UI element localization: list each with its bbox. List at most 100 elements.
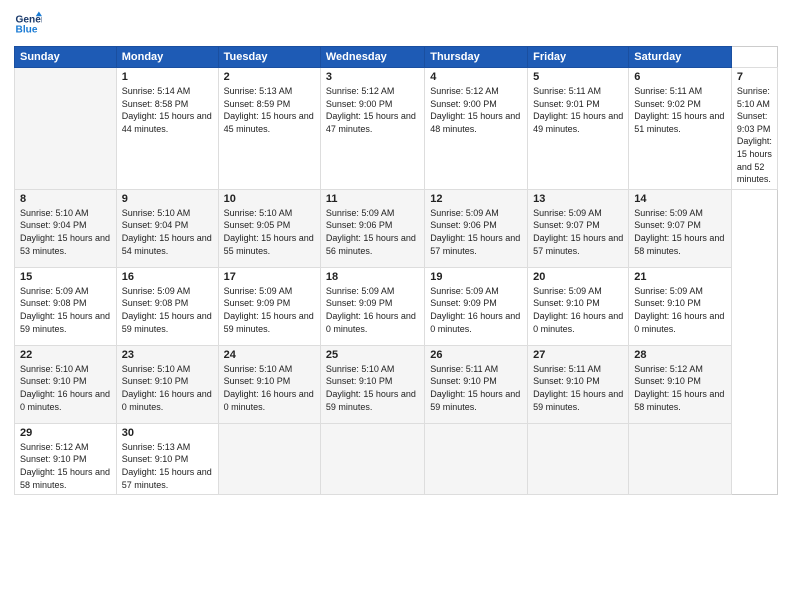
day-cell: 14 Sunrise: 5:09 AMSunset: 9:07 PMDaylig… xyxy=(629,189,732,267)
day-number: 19 xyxy=(430,271,522,283)
day-info: Sunrise: 5:09 AMSunset: 9:10 PMDaylight:… xyxy=(533,286,623,334)
day-number: 7 xyxy=(737,71,772,83)
day-info: Sunrise: 5:09 AMSunset: 9:08 PMDaylight:… xyxy=(122,286,212,334)
day-info: Sunrise: 5:12 AMSunset: 9:10 PMDaylight:… xyxy=(634,364,724,412)
day-cell: 9 Sunrise: 5:10 AMSunset: 9:04 PMDayligh… xyxy=(116,189,218,267)
day-info: Sunrise: 5:10 AMSunset: 9:03 PMDaylight:… xyxy=(737,86,772,184)
day-cell: 21 Sunrise: 5:09 AMSunset: 9:10 PMDaylig… xyxy=(629,267,732,345)
col-header-sunday: Sunday xyxy=(15,47,117,68)
day-cell: 20 Sunrise: 5:09 AMSunset: 9:10 PMDaylig… xyxy=(528,267,629,345)
day-cell xyxy=(218,423,320,494)
day-number: 1 xyxy=(122,71,213,83)
col-header-wednesday: Wednesday xyxy=(320,47,424,68)
week-row: 22 Sunrise: 5:10 AMSunset: 9:10 PMDaylig… xyxy=(15,345,778,423)
header: General Blue xyxy=(14,10,778,38)
col-header-tuesday: Tuesday xyxy=(218,47,320,68)
calendar-table: SundayMondayTuesdayWednesdayThursdayFrid… xyxy=(14,46,778,495)
day-cell: 8 Sunrise: 5:10 AMSunset: 9:04 PMDayligh… xyxy=(15,189,117,267)
day-cell xyxy=(320,423,424,494)
header-row: SundayMondayTuesdayWednesdayThursdayFrid… xyxy=(15,47,778,68)
day-number: 25 xyxy=(326,349,419,361)
day-number: 2 xyxy=(224,71,315,83)
day-number: 12 xyxy=(430,193,522,205)
day-info: Sunrise: 5:10 AMSunset: 9:10 PMDaylight:… xyxy=(122,364,212,412)
day-info: Sunrise: 5:11 AMSunset: 9:10 PMDaylight:… xyxy=(430,364,520,412)
day-info: Sunrise: 5:11 AMSunset: 9:02 PMDaylight:… xyxy=(634,86,724,134)
day-number: 28 xyxy=(634,349,726,361)
day-number: 18 xyxy=(326,271,419,283)
svg-text:Blue: Blue xyxy=(16,25,38,36)
day-number: 8 xyxy=(20,193,111,205)
day-info: Sunrise: 5:12 AMSunset: 9:10 PMDaylight:… xyxy=(20,442,110,490)
col-header-thursday: Thursday xyxy=(425,47,528,68)
day-number: 29 xyxy=(20,427,111,439)
day-number: 22 xyxy=(20,349,111,361)
day-cell: 18 Sunrise: 5:09 AMSunset: 9:09 PMDaylig… xyxy=(320,267,424,345)
day-cell xyxy=(425,423,528,494)
day-cell: 5 Sunrise: 5:11 AMSunset: 9:01 PMDayligh… xyxy=(528,68,629,190)
day-cell: 3 Sunrise: 5:12 AMSunset: 9:00 PMDayligh… xyxy=(320,68,424,190)
day-number: 6 xyxy=(634,71,726,83)
day-info: Sunrise: 5:10 AMSunset: 9:10 PMDaylight:… xyxy=(326,364,416,412)
day-cell: 24 Sunrise: 5:10 AMSunset: 9:10 PMDaylig… xyxy=(218,345,320,423)
week-row: 15 Sunrise: 5:09 AMSunset: 9:08 PMDaylig… xyxy=(15,267,778,345)
day-number: 21 xyxy=(634,271,726,283)
day-cell: 22 Sunrise: 5:10 AMSunset: 9:10 PMDaylig… xyxy=(15,345,117,423)
day-cell: 10 Sunrise: 5:10 AMSunset: 9:05 PMDaylig… xyxy=(218,189,320,267)
logo-icon: General Blue xyxy=(14,10,42,38)
day-info: Sunrise: 5:10 AMSunset: 9:10 PMDaylight:… xyxy=(20,364,110,412)
day-number: 5 xyxy=(533,71,623,83)
day-cell: 16 Sunrise: 5:09 AMSunset: 9:08 PMDaylig… xyxy=(116,267,218,345)
day-cell: 27 Sunrise: 5:11 AMSunset: 9:10 PMDaylig… xyxy=(528,345,629,423)
day-number: 11 xyxy=(326,193,419,205)
day-cell: 30 Sunrise: 5:13 AMSunset: 9:10 PMDaylig… xyxy=(116,423,218,494)
col-header-monday: Monday xyxy=(116,47,218,68)
day-cell: 2 Sunrise: 5:13 AMSunset: 8:59 PMDayligh… xyxy=(218,68,320,190)
col-header-friday: Friday xyxy=(528,47,629,68)
day-info: Sunrise: 5:09 AMSunset: 9:09 PMDaylight:… xyxy=(430,286,520,334)
day-cell: 4 Sunrise: 5:12 AMSunset: 9:00 PMDayligh… xyxy=(425,68,528,190)
day-info: Sunrise: 5:10 AMSunset: 9:04 PMDaylight:… xyxy=(122,208,212,256)
day-number: 15 xyxy=(20,271,111,283)
day-number: 30 xyxy=(122,427,213,439)
day-info: Sunrise: 5:09 AMSunset: 9:09 PMDaylight:… xyxy=(326,286,416,334)
day-cell: 26 Sunrise: 5:11 AMSunset: 9:10 PMDaylig… xyxy=(425,345,528,423)
day-number: 20 xyxy=(533,271,623,283)
day-info: Sunrise: 5:11 AMSunset: 9:10 PMDaylight:… xyxy=(533,364,623,412)
day-cell: 17 Sunrise: 5:09 AMSunset: 9:09 PMDaylig… xyxy=(218,267,320,345)
day-info: Sunrise: 5:14 AMSunset: 8:58 PMDaylight:… xyxy=(122,86,212,134)
day-cell: 23 Sunrise: 5:10 AMSunset: 9:10 PMDaylig… xyxy=(116,345,218,423)
day-info: Sunrise: 5:10 AMSunset: 9:10 PMDaylight:… xyxy=(224,364,314,412)
day-cell: 13 Sunrise: 5:09 AMSunset: 9:07 PMDaylig… xyxy=(528,189,629,267)
col-header-saturday: Saturday xyxy=(629,47,732,68)
week-row: 1 Sunrise: 5:14 AMSunset: 8:58 PMDayligh… xyxy=(15,68,778,190)
day-info: Sunrise: 5:09 AMSunset: 9:09 PMDaylight:… xyxy=(224,286,314,334)
day-info: Sunrise: 5:09 AMSunset: 9:07 PMDaylight:… xyxy=(634,208,724,256)
day-cell: 19 Sunrise: 5:09 AMSunset: 9:09 PMDaylig… xyxy=(425,267,528,345)
day-cell xyxy=(629,423,732,494)
day-cell: 25 Sunrise: 5:10 AMSunset: 9:10 PMDaylig… xyxy=(320,345,424,423)
day-number: 26 xyxy=(430,349,522,361)
day-cell: 1 Sunrise: 5:14 AMSunset: 8:58 PMDayligh… xyxy=(116,68,218,190)
day-cell: 15 Sunrise: 5:09 AMSunset: 9:08 PMDaylig… xyxy=(15,267,117,345)
day-info: Sunrise: 5:12 AMSunset: 9:00 PMDaylight:… xyxy=(430,86,520,134)
day-number: 3 xyxy=(326,71,419,83)
logo: General Blue xyxy=(14,10,42,38)
day-info: Sunrise: 5:11 AMSunset: 9:01 PMDaylight:… xyxy=(533,86,623,134)
day-number: 24 xyxy=(224,349,315,361)
day-info: Sunrise: 5:09 AMSunset: 9:07 PMDaylight:… xyxy=(533,208,623,256)
day-info: Sunrise: 5:09 AMSunset: 9:06 PMDaylight:… xyxy=(326,208,416,256)
day-info: Sunrise: 5:13 AMSunset: 8:59 PMDaylight:… xyxy=(224,86,314,134)
day-info: Sunrise: 5:13 AMSunset: 9:10 PMDaylight:… xyxy=(122,442,212,490)
day-number: 14 xyxy=(634,193,726,205)
day-number: 23 xyxy=(122,349,213,361)
day-cell: 29 Sunrise: 5:12 AMSunset: 9:10 PMDaylig… xyxy=(15,423,117,494)
week-row: 29 Sunrise: 5:12 AMSunset: 9:10 PMDaylig… xyxy=(15,423,778,494)
week-row: 8 Sunrise: 5:10 AMSunset: 9:04 PMDayligh… xyxy=(15,189,778,267)
day-cell: 7 Sunrise: 5:10 AMSunset: 9:03 PMDayligh… xyxy=(731,68,777,190)
day-cell: 11 Sunrise: 5:09 AMSunset: 9:06 PMDaylig… xyxy=(320,189,424,267)
day-info: Sunrise: 5:09 AMSunset: 9:10 PMDaylight:… xyxy=(634,286,724,334)
day-number: 4 xyxy=(430,71,522,83)
day-cell: 12 Sunrise: 5:09 AMSunset: 9:06 PMDaylig… xyxy=(425,189,528,267)
day-number: 17 xyxy=(224,271,315,283)
